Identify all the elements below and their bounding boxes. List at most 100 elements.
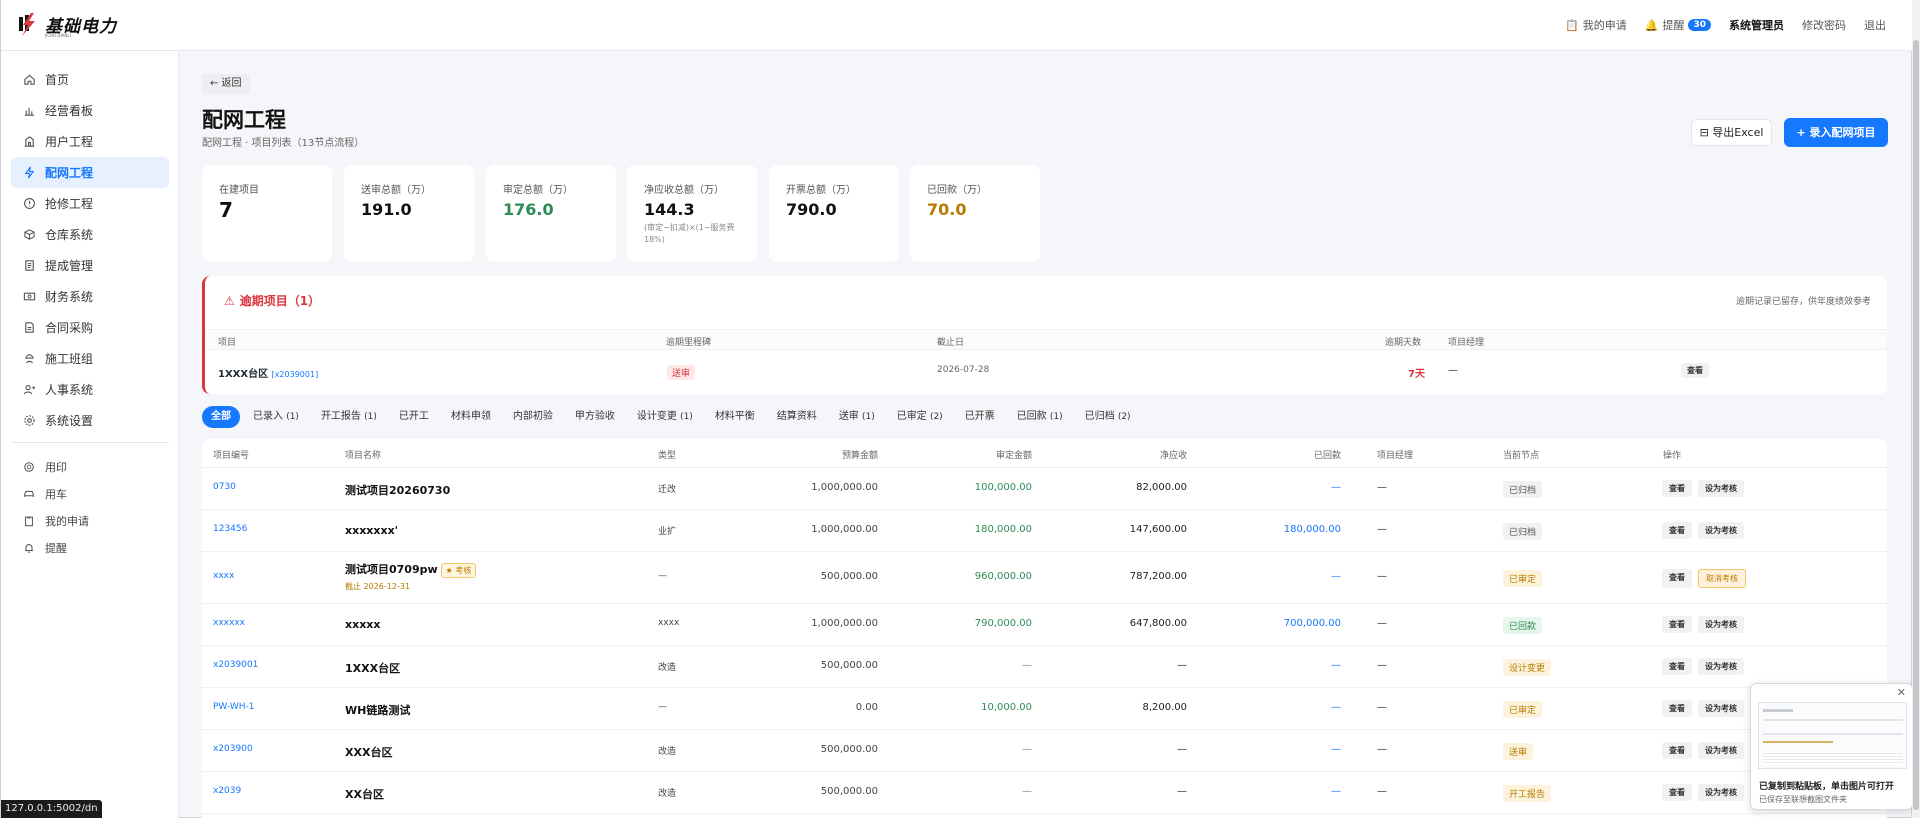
back-button[interactable]: ← 返回: [202, 74, 250, 94]
add-project-button[interactable]: + 录入配网项目: [1784, 118, 1888, 147]
sidebar-item-10[interactable]: 人事系统: [11, 374, 169, 405]
project-code-link[interactable]: xxxxxx: [213, 618, 245, 628]
brand-logo[interactable]: 基础电力 JICHU DIANLI: [17, 11, 117, 38]
budget-amount: 500,000.00: [820, 660, 878, 671]
sidebar-item-5[interactable]: 仓库系统: [11, 219, 169, 250]
sidebar: 首页 经营看板 用户工程 配网工程抢修工程仓库系统 提成管理 财务系统 合同采购 施工班组 人事…: [1, 51, 179, 818]
tab-7[interactable]: 设计变更 (1): [628, 406, 702, 428]
project-code-link[interactable]: 123456: [213, 524, 247, 534]
table-row[interactable]: x2039 XX台区 改造 500,000.00 — — — — 开工报告 查看 设为考核: [202, 772, 1887, 814]
doc-icon: [22, 259, 36, 273]
approved-amount: —: [1022, 660, 1032, 671]
view-button[interactable]: 查看: [1662, 480, 1692, 497]
tab-12[interactable]: 已开票: [956, 406, 1004, 428]
project-name[interactable]: XX台区: [345, 788, 384, 801]
set-assessment-button[interactable]: 设为考核: [1698, 784, 1744, 801]
view-button[interactable]: 查看: [1662, 569, 1692, 588]
tab-11[interactable]: 已审定 (2): [888, 406, 952, 428]
tab-2[interactable]: 开工报告 (1): [312, 406, 386, 428]
project-name[interactable]: 1XXX台区: [345, 662, 400, 675]
table-row[interactable]: x2039001 1XXX台区 改造 500,000.00 — — — — 设计变更 查看 设为考核: [202, 646, 1887, 688]
view-button[interactable]: 查看: [1662, 616, 1692, 633]
tab-0[interactable]: 全部: [202, 406, 240, 428]
sidebar-item-2[interactable]: 用户工程: [11, 126, 169, 157]
tab-3[interactable]: 已开工: [390, 406, 438, 428]
view-button[interactable]: 查看: [1662, 700, 1692, 717]
project-code-link[interactable]: x2039001: [213, 660, 258, 670]
sidebar-secondary-item-1[interactable]: 用车: [11, 480, 169, 507]
project-manager: —: [1377, 744, 1387, 755]
logout-link[interactable]: 退出: [1864, 17, 1886, 33]
sidebar-item-label: 抢修工程: [45, 197, 94, 211]
project-code-link[interactable]: 0730: [213, 482, 236, 492]
sidebar-item-6[interactable]: 提成管理: [11, 250, 169, 281]
sidebar-item-3[interactable]: 配网工程: [11, 157, 169, 188]
project-name[interactable]: xxxxxxx': [345, 524, 398, 537]
tab-8[interactable]: 材料平衡: [706, 406, 764, 428]
project-type: xxxx: [658, 618, 680, 628]
toast-subtitle: 已保存至联想截图文件夹: [1759, 795, 1847, 804]
tab-count: (2): [1117, 412, 1131, 422]
sidebar-secondary-label: 用印: [45, 460, 67, 474]
project-code-link[interactable]: PW-WH-1: [213, 702, 254, 712]
remind-link[interactable]: 🔔 提醒 30: [1645, 17, 1711, 33]
sidebar-item-7[interactable]: 财务系统: [11, 281, 169, 312]
table-row[interactable]: xxxxxx xxxxx xxxx 1,000,000.00 790,000.00 647…: [202, 604, 1887, 646]
table-row[interactable]: 123456 xxxxxxx' 业扩 1,000,000.00 180,000.00 14…: [202, 510, 1887, 552]
close-icon[interactable]: ✕: [1897, 686, 1906, 699]
view-button[interactable]: 查看: [1662, 742, 1692, 759]
sidebar-secondary-item-3[interactable]: 提醒: [11, 534, 169, 561]
tab-1[interactable]: 已录入 (1): [244, 406, 308, 428]
project-name[interactable]: 测试项目20260730: [345, 484, 450, 497]
project-name-cell: XXX台区: [345, 744, 392, 760]
set-assessment-button[interactable]: 设为考核: [1698, 742, 1744, 759]
screenshot-toast[interactable]: ✕ 已复制到粘贴板，单击图片可打开 已保存至联想截图文件夹: [1750, 683, 1913, 810]
set-assessment-button[interactable]: 设为考核: [1698, 700, 1744, 717]
sidebar-item-8[interactable]: 合同采购: [11, 312, 169, 343]
sidebar-item-11[interactable]: 系统设置: [11, 405, 169, 436]
project-code-link[interactable]: xxxx: [213, 571, 234, 581]
project-code-link[interactable]: x2039: [213, 786, 241, 796]
my-apply-label: 我的申请: [1582, 19, 1627, 32]
overdue-view-button[interactable]: 查看: [1681, 363, 1709, 378]
sidebar-item-0[interactable]: 首页: [11, 64, 169, 95]
sidebar-item-4[interactable]: 抢修工程: [11, 188, 169, 219]
project-name[interactable]: XXX台区: [345, 746, 392, 759]
scrollbar-thumb[interactable]: [1913, 40, 1919, 810]
table-row[interactable]: xxxx 测试项目0709pw ★ 考核 截止 2026-12-31 — 500,000.…: [202, 552, 1887, 604]
tab-5[interactable]: 内部初验: [504, 406, 562, 428]
project-name[interactable]: xxxxx: [345, 618, 380, 631]
project-name[interactable]: 测试项目0709pw: [345, 563, 438, 576]
screenshot-thumbnail[interactable]: [1758, 702, 1907, 769]
tab-10[interactable]: 送审 (1): [830, 406, 884, 428]
set-assessment-button[interactable]: 设为考核: [1698, 522, 1744, 539]
my-apply-link[interactable]: 📋 我的申请: [1565, 17, 1627, 33]
view-button[interactable]: 查看: [1662, 784, 1692, 801]
set-assessment-button[interactable]: 设为考核: [1698, 616, 1744, 633]
table-row[interactable]: x203900 XXX台区 改造 500,000.00 — — — — 送审 查看 设为考核: [202, 730, 1887, 772]
overdue-project-name[interactable]: 1XXX台区 [x2039001]: [218, 365, 318, 380]
sidebar-secondary-item-2[interactable]: 我的申请: [11, 507, 169, 534]
tab-13[interactable]: 已回款 (1): [1008, 406, 1072, 428]
cancel-assessment-button[interactable]: 取消考核: [1698, 569, 1746, 588]
sidebar-secondary-item-0[interactable]: 用印: [11, 453, 169, 480]
set-assessment-button[interactable]: 设为考核: [1698, 480, 1744, 497]
view-button[interactable]: 查看: [1662, 522, 1692, 539]
table-row[interactable]: PW-WH-1 WH链路测试 — 0.00 10,000.00 8,200.00 — — 已审定…: [202, 688, 1887, 730]
current-user[interactable]: 系统管理员: [1729, 17, 1784, 33]
export-excel-button[interactable]: ⊟ 导出Excel: [1691, 119, 1772, 146]
clipboard-icon: 📋: [1565, 18, 1579, 32]
set-assessment-button[interactable]: 设为考核: [1698, 658, 1744, 675]
tab-6[interactable]: 甲方验收: [566, 406, 624, 428]
sidebar-item-1[interactable]: 经营看板: [11, 95, 169, 126]
page-scrollbar[interactable]: [1912, 0, 1920, 818]
project-code-link[interactable]: x203900: [213, 744, 253, 754]
tab-14[interactable]: 已归档 (2): [1076, 406, 1140, 428]
table-row[interactable]: 0730 测试项目20260730 迁改 1,000,000.00 100,000.00…: [202, 468, 1887, 510]
sidebar-item-9[interactable]: 施工班组: [11, 343, 169, 374]
view-button[interactable]: 查看: [1662, 658, 1692, 675]
tab-9[interactable]: 结算资料: [768, 406, 826, 428]
project-name[interactable]: WH链路测试: [345, 704, 410, 717]
tab-4[interactable]: 材料申领: [442, 406, 500, 428]
change-password-link[interactable]: 修改密码: [1802, 17, 1846, 33]
